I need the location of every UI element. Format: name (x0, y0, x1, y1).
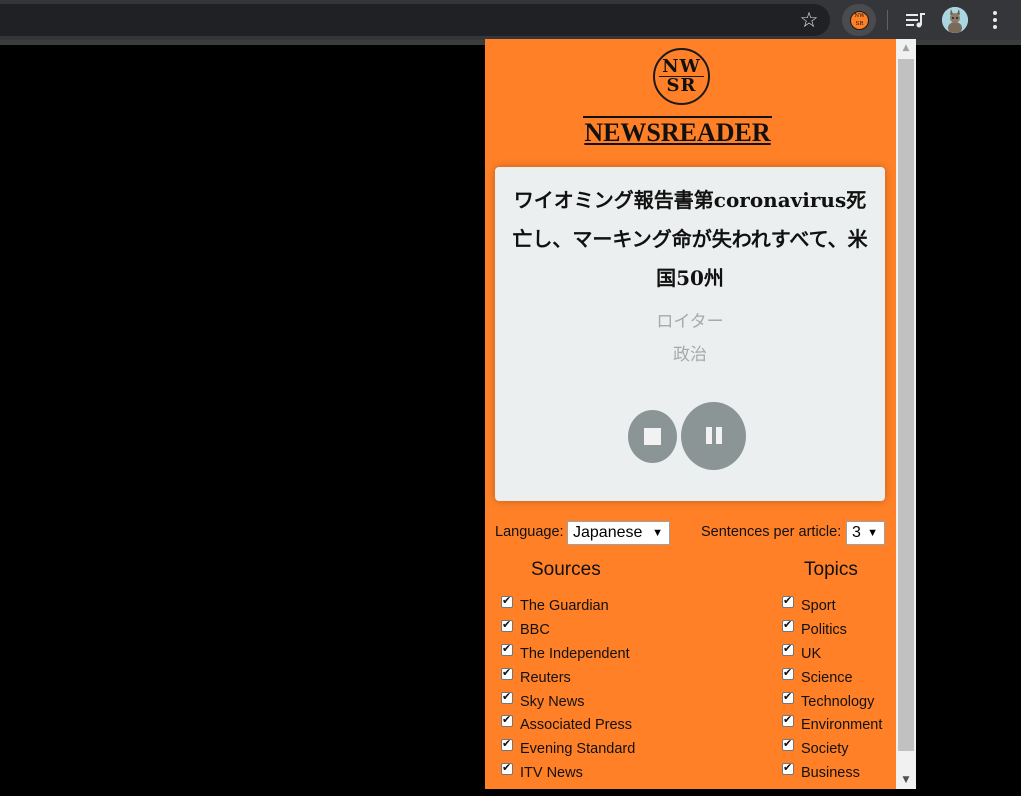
article-category: 政治 (673, 345, 707, 365)
language-select-value: Japanese (573, 524, 643, 541)
source-checkbox[interactable] (501, 713, 513, 727)
source-checkbox[interactable] (501, 618, 513, 632)
logo-line1: NW (662, 56, 701, 77)
source-checkbox[interactable] (501, 666, 513, 680)
toolbar-separator (887, 10, 888, 30)
newsreader-extension-button[interactable]: NW SR (842, 4, 876, 36)
newsreader-logo: NW SR (653, 48, 710, 105)
brand-title-wrap: NEWSREADER (485, 116, 870, 149)
source-checkbox[interactable] (501, 690, 513, 704)
logo-line2: SR (666, 75, 697, 96)
brand-title: NEWSREADER (583, 116, 772, 147)
topic-checkbox[interactable] (782, 594, 794, 608)
scroll-down-arrow-icon[interactable]: ▼ (896, 771, 916, 789)
stop-button[interactable] (628, 410, 677, 463)
sentences-select-value: 3 (852, 524, 861, 541)
source-checkbox[interactable] (501, 737, 513, 751)
chevron-down-icon: ▼ (867, 527, 878, 539)
source-checkbox[interactable] (501, 594, 513, 608)
topic-label: Politics (801, 622, 847, 638)
pause-icon (706, 427, 712, 444)
avatar[interactable] (942, 7, 968, 33)
source-label: ITV News (520, 765, 583, 781)
topic-label: Business (801, 765, 860, 781)
topic-checkbox[interactable] (782, 737, 794, 751)
source-label: Sky News (520, 694, 585, 710)
pause-button[interactable] (681, 402, 746, 470)
source-label: Evening Standard (520, 741, 636, 757)
article-source: ロイター (656, 312, 724, 332)
newsreader-extension-icon: NW SR (850, 11, 869, 30)
media-controls-icon[interactable] (903, 8, 927, 32)
avatar-image (942, 7, 968, 33)
stop-icon (644, 428, 661, 445)
topic-checkbox[interactable] (782, 690, 794, 704)
sentences-select[interactable]: 3 ▼ (846, 521, 885, 545)
source-label: Associated Press (520, 717, 633, 733)
topics-heading: Topics (804, 559, 858, 580)
article-card: ワイオミング報告書第coronavirus死亡し、マーキング命が失われすべて、米… (495, 167, 885, 501)
language-select[interactable]: Japanese ▼ (567, 521, 670, 545)
topic-checkbox[interactable] (782, 642, 794, 656)
address-bar[interactable] (0, 4, 830, 36)
source-label: The Guardian (520, 598, 609, 614)
topic-checkbox[interactable] (782, 761, 794, 775)
topic-label: Technology (801, 694, 875, 710)
article-headline: ワイオミング報告書第coronavirus死亡し、マーキング命が失われすべて、米… (512, 188, 868, 290)
star-icon[interactable]: ☆ (797, 8, 821, 32)
language-label: Language: (495, 524, 564, 540)
scrollbar-thumb[interactable] (898, 59, 914, 751)
source-label: The Independent (520, 646, 630, 662)
topic-label: Society (801, 741, 849, 757)
topic-label: Environment (801, 717, 883, 733)
topic-label: UK (801, 646, 822, 662)
pause-icon-bar (716, 427, 722, 444)
topic-label: Science (801, 670, 853, 686)
browser-toolbar: ☆ NW SR (0, 0, 1021, 40)
sentences-label: Sentences per article: (701, 524, 842, 540)
source-checkbox[interactable] (501, 761, 513, 775)
topic-checkbox[interactable] (782, 666, 794, 680)
scroll-up-arrow-icon[interactable]: ▲ (896, 39, 916, 57)
chevron-down-icon: ▼ (652, 527, 663, 539)
ext-logo-line2: SR (855, 21, 864, 27)
source-label: BBC (520, 622, 550, 638)
newsreader-popup: NW SR NEWSREADER ワイオミング報告書第coronavirus死亡… (485, 39, 916, 789)
topic-checkbox[interactable] (782, 618, 794, 632)
sources-heading: Sources (531, 559, 601, 580)
source-label: Reuters (520, 670, 571, 686)
source-checkbox[interactable] (501, 642, 513, 656)
topic-label: Sport (801, 598, 836, 614)
more-vert-icon[interactable] (985, 8, 1005, 32)
ext-logo-line1: NW (854, 13, 865, 19)
topic-checkbox[interactable] (782, 713, 794, 727)
popup-scrollbar[interactable]: ▲ ▼ (896, 39, 916, 789)
